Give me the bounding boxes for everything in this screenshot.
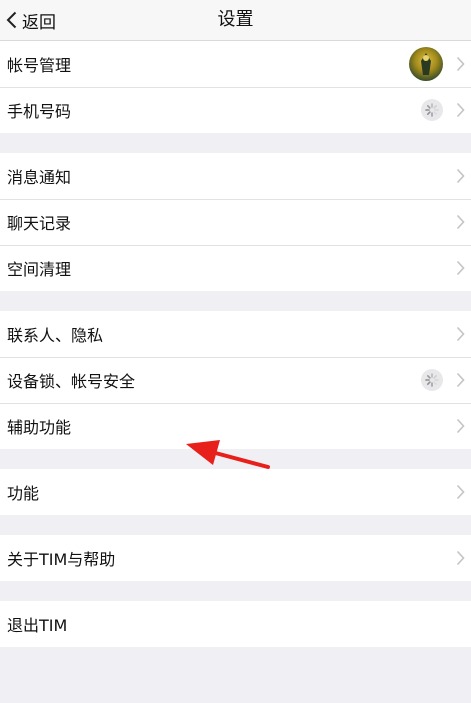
row-label: 关于TIM与帮助 (7, 550, 116, 569)
chevron-right-icon (456, 418, 465, 434)
annotation-arrow-icon (186, 440, 270, 469)
settings-row-about-help[interactable]: 关于TIM与帮助 (0, 535, 471, 581)
row-label: 帐号管理 (7, 56, 72, 75)
nav-bar: 返回 设置 (0, 0, 471, 41)
chevron-right-icon (456, 168, 465, 184)
settings-row-logout[interactable]: 退出TIM (0, 601, 471, 647)
settings-group-messages: 消息通知 聊天记录 空间清理 (0, 153, 471, 291)
row-label: 退出TIM (7, 616, 68, 635)
loading-spinner-icon (421, 369, 443, 391)
loading-spinner-icon (421, 99, 443, 121)
settings-row-account-management[interactable]: 帐号管理 (0, 41, 471, 87)
settings-row-storage-cleanup[interactable]: 空间清理 (0, 245, 471, 291)
row-label: 辅助功能 (7, 418, 72, 437)
settings-row-device-lock-security[interactable]: 设备锁、帐号安全 (0, 357, 471, 403)
settings-group-logout: 退出TIM (0, 601, 471, 647)
row-label: 联系人、隐私 (7, 326, 104, 345)
row-label: 功能 (7, 484, 40, 503)
row-label: 手机号码 (7, 102, 72, 121)
settings-row-phone-number[interactable]: 手机号码 (0, 87, 471, 133)
chevron-right-icon (456, 260, 465, 276)
avatar (409, 47, 443, 81)
row-label: 聊天记录 (7, 214, 72, 233)
settings-row-notifications[interactable]: 消息通知 (0, 153, 471, 199)
chevron-right-icon (456, 56, 465, 72)
row-label: 消息通知 (7, 168, 72, 187)
settings-row-contacts-privacy[interactable]: 联系人、隐私 (0, 311, 471, 357)
chevron-right-icon (456, 484, 465, 500)
page-title: 设置 (217, 9, 254, 30)
settings-group-account: 帐号管理 手机号码 (0, 41, 471, 133)
row-label: 空间清理 (7, 260, 72, 279)
chevron-right-icon (456, 102, 465, 118)
chevron-right-icon (456, 214, 465, 230)
chevron-right-icon (456, 372, 465, 388)
settings-row-chat-history[interactable]: 聊天记录 (0, 199, 471, 245)
row-label: 设备锁、帐号安全 (7, 372, 136, 391)
settings-group-about: 关于TIM与帮助 (0, 535, 471, 581)
settings-group-privacy: 联系人、隐私 设备锁、帐号安全 辅助功能 (0, 311, 471, 449)
chevron-right-icon (456, 326, 465, 342)
chevron-right-icon (456, 550, 465, 566)
